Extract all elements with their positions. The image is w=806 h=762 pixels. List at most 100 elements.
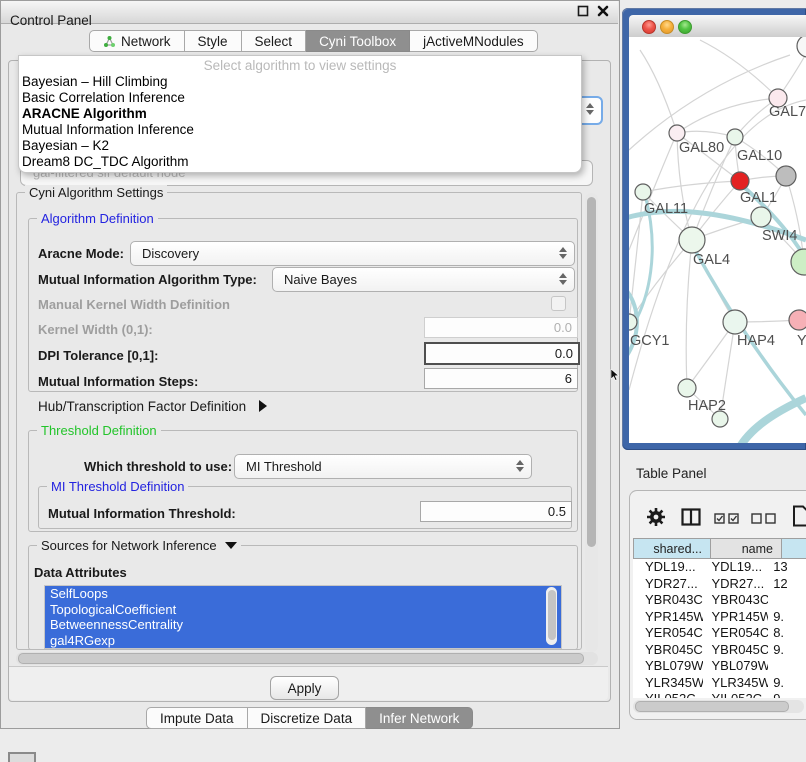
algorithm-option-basic-correlation-inference[interactable]: Basic Correlation Inference: [19, 90, 581, 106]
zoom-traffic-light-icon[interactable]: [678, 20, 692, 34]
mi-threshold-definition-title: MI Threshold Definition: [47, 479, 188, 494]
bottom-tab-discretize-data[interactable]: Discretize Data: [248, 707, 367, 729]
network-node-swi4[interactable]: [751, 207, 771, 227]
algorithm-option-dream8-dc-tdc-algorithm[interactable]: Dream8 DC_TDC Algorithm: [19, 154, 581, 170]
threshold-definition-title: Threshold Definition: [37, 423, 161, 438]
aracne-mode-value: Discovery: [142, 246, 199, 261]
table-cell: YLR345W: [633, 675, 703, 692]
which-threshold-combo[interactable]: MI Threshold: [234, 454, 532, 479]
table-row[interactable]: YBR043CYBR043C: [633, 592, 806, 609]
network-graph: GAL7GAL80GAL10GAL1GAL11SWI4GAL4GCY1HAP4Y…: [629, 37, 806, 443]
dpi-tolerance-field[interactable]: 0.0: [424, 342, 580, 365]
network-node-label: HAP4: [737, 333, 775, 349]
attributes-scrollbar-thumb[interactable]: [548, 590, 556, 640]
table-row[interactable]: YDR27...YDR27...12: [633, 576, 806, 593]
kernel-width-field[interactable]: 0.0: [424, 317, 578, 338]
unchecked-boxes-icon[interactable]: [751, 512, 777, 527]
spinner-arrows-icon: [558, 246, 566, 260]
table-row[interactable]: YER054CYER054C8.: [633, 625, 806, 642]
network-canvas[interactable]: GAL7GAL80GAL10GAL1GAL11SWI4GAL4GCY1HAP4Y…: [629, 37, 806, 443]
aracne-mode-combo[interactable]: Discovery: [130, 241, 575, 266]
sources-group-title[interactable]: Sources for Network Inference: [37, 538, 241, 553]
apply-button[interactable]: Apply: [270, 676, 339, 700]
network-node[interactable]: [776, 166, 796, 186]
attributes-scrollbar[interactable]: [546, 587, 557, 645]
table-horizontal-scrollbar[interactable]: [633, 700, 804, 713]
network-node-label: GAL80: [679, 140, 724, 156]
table-row[interactable]: YLR345WYLR345W9.: [633, 675, 806, 692]
network-node-label: GAL10: [737, 148, 782, 164]
manual-kernel-width-label: Manual Kernel Width Definition: [38, 297, 230, 312]
gear-icon[interactable]: [645, 506, 667, 531]
tab-cyni-toolbox[interactable]: Cyni Toolbox: [306, 30, 410, 52]
mi-steps-field[interactable]: 6: [424, 368, 578, 389]
column-header-2[interactable]: [781, 538, 806, 559]
network-node[interactable]: [797, 37, 806, 57]
tab-jactivemnodules[interactable]: jActiveMNodules: [410, 30, 538, 52]
algorithm-option-aracne-algorithm[interactable]: ARACNE Algorithm: [19, 106, 581, 122]
network-node-gal10[interactable]: [727, 129, 743, 145]
table-cell: 12: [768, 576, 806, 593]
hub-definition-label: Hub/Transcription Factor Definition: [38, 399, 246, 414]
algorithm-option-bayesian-hill-climbing[interactable]: Bayesian – Hill Climbing: [19, 74, 581, 90]
table-cell: YBL079W: [703, 658, 768, 675]
table-row[interactable]: YBR045CYBR045C9.: [633, 642, 806, 659]
network-node-hap2[interactable]: [678, 379, 696, 397]
settings-horizontal-scrollbar-thumb[interactable]: [18, 653, 584, 664]
split-panel-icon[interactable]: [681, 508, 701, 529]
algorithm-option-mutual-information-inference[interactable]: Mutual Information Inference: [19, 122, 581, 138]
network-node-y[interactable]: [789, 310, 806, 330]
settings-vertical-scrollbar[interactable]: [585, 193, 598, 652]
attribute-item-gal4rgexp[interactable]: gal4RGexp: [45, 633, 561, 649]
tab-select[interactable]: Select: [242, 30, 307, 52]
apply-button-label: Apply: [288, 681, 322, 696]
tab-network[interactable]: Network: [89, 30, 185, 52]
table-row[interactable]: YIL052CYIL052C9.: [633, 691, 806, 698]
network-node-label: GAL1: [740, 190, 777, 206]
mi-algorithm-type-combo[interactable]: Naive Bayes: [272, 267, 575, 292]
settings-vertical-scrollbar-thumb[interactable]: [587, 197, 596, 547]
attribute-item-topologicalcoefficient[interactable]: TopologicalCoefficient: [45, 602, 561, 618]
network-window-titlebar[interactable]: [629, 15, 806, 38]
expander-right-icon: [258, 400, 268, 412]
table-row[interactable]: YPR145WYPR145W9.: [633, 609, 806, 626]
table-cell: 9.: [768, 691, 806, 698]
column-header-shared[interactable]: shared...: [633, 538, 711, 559]
close-traffic-light-icon[interactable]: [642, 20, 656, 34]
attribute-item-selfloops[interactable]: SelfLoops: [45, 586, 561, 602]
bottom-tab-impute-data[interactable]: Impute Data: [146, 707, 248, 729]
checked-boxes-icon[interactable]: [714, 512, 740, 527]
close-icon[interactable]: [597, 5, 609, 20]
hub-definition-expander[interactable]: Hub/Transcription Factor Definition: [38, 399, 268, 414]
table-horizontal-scrollbar-thumb[interactable]: [635, 701, 789, 712]
tab-label: jActiveMNodules: [423, 34, 524, 49]
network-node-gal11[interactable]: [635, 184, 651, 200]
network-node-hap4[interactable]: [723, 310, 747, 334]
minimized-panel-icon[interactable]: [8, 752, 36, 762]
control-panel-title: Control Panel: [10, 13, 92, 28]
data-attributes-list: SelfLoopsTopologicalCoefficientBetweenne…: [44, 585, 562, 649]
attribute-item-betweennesscentrality[interactable]: BetweennessCentrality: [45, 617, 561, 633]
network-node-gal1[interactable]: [731, 172, 749, 190]
column-header-name[interactable]: name: [710, 538, 782, 559]
settings-group-title: Cyni Algorithm Settings: [25, 185, 167, 200]
network-node-gal80[interactable]: [669, 125, 685, 141]
network-node[interactable]: [791, 249, 806, 275]
table-cell: YER054C: [703, 625, 768, 642]
kernel-width-value: 0.0: [554, 320, 572, 335]
table-row[interactable]: YDL19...YDL19...13: [633, 559, 806, 576]
manual-kernel-width-checkbox[interactable]: [551, 296, 566, 311]
control-panel-titlebar: Control Panel: [1, 1, 618, 24]
network-node-gal4[interactable]: [679, 227, 705, 253]
table-row[interactable]: YBL079WYBL079W: [633, 658, 806, 675]
mi-threshold-field[interactable]: 0.5: [420, 501, 572, 522]
table-cell: YDL19...: [633, 559, 703, 576]
algorithm-option-bayesian-k2[interactable]: Bayesian – K2: [19, 138, 581, 154]
float-window-icon[interactable]: [577, 5, 589, 20]
mouse-cursor: [610, 369, 620, 384]
minimize-traffic-light-icon[interactable]: [660, 20, 674, 34]
document-icon[interactable]: [792, 505, 806, 530]
settings-horizontal-scrollbar[interactable]: [16, 652, 598, 665]
bottom-tab-infer-network[interactable]: Infer Network: [366, 707, 473, 729]
tab-style[interactable]: Style: [185, 30, 242, 52]
